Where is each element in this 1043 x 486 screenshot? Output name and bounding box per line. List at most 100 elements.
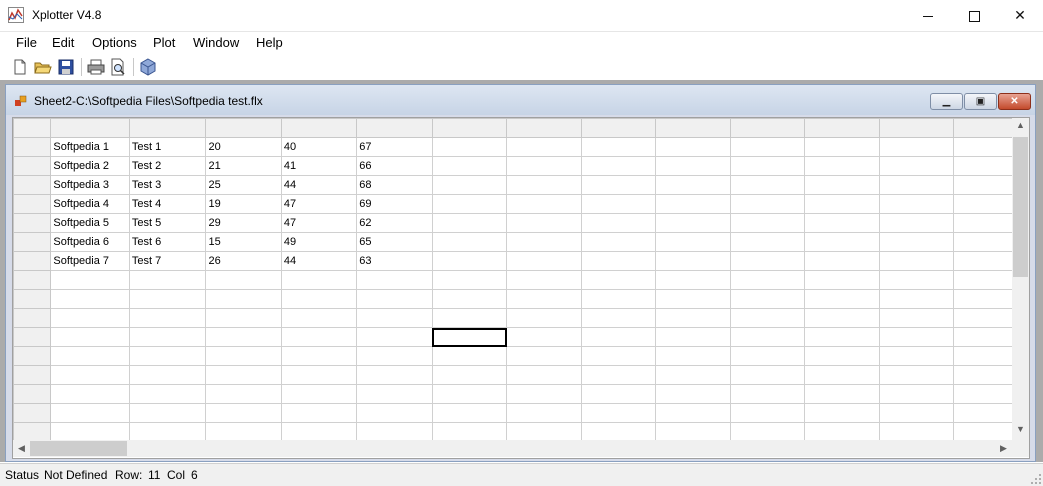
grid-cell[interactable] (280, 289, 358, 309)
grid-cell[interactable] (580, 156, 657, 176)
horizontal-scroll-thumb[interactable] (30, 441, 127, 456)
sheet-window-titlebar[interactable]: Sheet2-C:\Softpedia Files\Softpedia test… (6, 85, 1035, 115)
grid-cell[interactable]: Softpedia 6 (50, 232, 130, 252)
menu-help[interactable]: Help (256, 35, 283, 50)
grid-cell[interactable] (804, 346, 880, 366)
grid-cell[interactable] (506, 194, 582, 214)
grid-cell[interactable] (506, 156, 582, 176)
grid-cell[interactable] (280, 365, 358, 385)
grid-cell[interactable] (506, 251, 582, 271)
grid-cell[interactable] (128, 403, 207, 423)
grid-cell[interactable] (580, 384, 657, 404)
grid-cell[interactable] (655, 327, 731, 347)
column-header[interactable] (356, 118, 433, 138)
grid-cell[interactable] (804, 194, 880, 214)
grid-cell[interactable] (655, 346, 731, 366)
grid-cell[interactable] (655, 308, 731, 328)
grid-cell[interactable] (431, 422, 508, 442)
grid-cell[interactable] (431, 346, 508, 366)
grid-cell[interactable] (580, 289, 657, 309)
grid-cell[interactable] (356, 384, 433, 404)
grid-cell[interactable] (804, 327, 880, 347)
column-header[interactable] (128, 118, 207, 138)
grid-cell[interactable]: 21 (205, 156, 282, 176)
grid-cell[interactable] (729, 346, 806, 366)
grid-cell[interactable] (506, 327, 582, 347)
grid-cell[interactable] (506, 232, 582, 252)
grid-cell[interactable] (729, 384, 806, 404)
resize-grip-icon[interactable] (1031, 474, 1041, 484)
row-header[interactable] (13, 251, 52, 271)
grid-cell[interactable] (50, 346, 130, 366)
menu-options[interactable]: Options (92, 35, 137, 50)
grid-cell[interactable] (580, 270, 657, 290)
grid-cell[interactable]: 41 (280, 156, 358, 176)
grid-cell[interactable] (878, 156, 955, 176)
grid-cell[interactable]: 62 (356, 213, 433, 233)
grid-cell[interactable] (280, 327, 358, 347)
grid-cell[interactable] (878, 403, 955, 423)
grid-cell[interactable] (50, 308, 130, 328)
grid-cell[interactable] (729, 308, 806, 328)
grid-cell[interactable] (580, 308, 657, 328)
grid-cell[interactable] (50, 365, 130, 385)
grid-cell[interactable] (431, 213, 508, 233)
grid-cell[interactable] (655, 251, 731, 271)
grid-cell[interactable] (506, 175, 582, 195)
row-header[interactable] (13, 422, 52, 442)
grid-cell[interactable] (506, 365, 582, 385)
grid-cell[interactable] (128, 270, 207, 290)
print-preview-icon[interactable] (109, 58, 127, 76)
row-header[interactable] (13, 137, 52, 157)
grid-cell[interactable] (878, 194, 955, 214)
grid-cell[interactable] (580, 232, 657, 252)
grid-cell[interactable] (878, 137, 955, 157)
grid-cell[interactable] (655, 422, 731, 442)
grid-cell[interactable]: 47 (280, 194, 358, 214)
menu-plot[interactable]: Plot (153, 35, 175, 50)
grid-cell[interactable] (280, 346, 358, 366)
sheet-close-button[interactable]: ✕ (998, 93, 1031, 110)
grid-cell[interactable] (729, 194, 806, 214)
grid-cell[interactable]: Softpedia 7 (50, 251, 130, 271)
row-header[interactable] (13, 194, 52, 214)
grid-cell[interactable] (878, 365, 955, 385)
grid-cell[interactable] (655, 403, 731, 423)
grid-cell[interactable] (580, 251, 657, 271)
grid-cell[interactable]: Softpedia 3 (50, 175, 130, 195)
horizontal-scrollbar[interactable]: ◀ ▶ (13, 440, 1012, 457)
grid-cell[interactable] (580, 365, 657, 385)
grid-cell[interactable] (580, 422, 657, 442)
new-icon[interactable] (11, 58, 29, 76)
grid-cell[interactable] (128, 327, 207, 347)
grid-cell[interactable]: 68 (356, 175, 433, 195)
grid-cell[interactable] (804, 270, 880, 290)
scroll-up-icon[interactable]: ▲ (1012, 120, 1029, 130)
grid-cell[interactable] (655, 232, 731, 252)
minimize-button[interactable] (905, 0, 951, 31)
grid-cell[interactable] (50, 403, 130, 423)
grid-cell[interactable] (356, 422, 433, 442)
row-header[interactable] (13, 403, 52, 423)
grid-cell[interactable]: 40 (280, 137, 358, 157)
grid-cell[interactable] (128, 308, 207, 328)
row-header[interactable] (13, 156, 52, 176)
grid-cell[interactable] (205, 308, 282, 328)
grid-cell[interactable] (878, 327, 955, 347)
row-header[interactable] (13, 175, 52, 195)
grid-cell[interactable] (205, 365, 282, 385)
grid-cell[interactable] (729, 289, 806, 309)
grid-cell[interactable] (280, 403, 358, 423)
open-folder-icon[interactable] (34, 58, 52, 76)
plot-icon[interactable] (139, 58, 157, 76)
grid-cell[interactable]: Softpedia 4 (50, 194, 130, 214)
grid-cell[interactable] (729, 232, 806, 252)
grid-cell[interactable]: 15 (205, 232, 282, 252)
scroll-right-icon[interactable]: ▶ (995, 443, 1012, 454)
grid-cell[interactable] (506, 308, 582, 328)
grid-cell[interactable] (356, 308, 433, 328)
column-header[interactable] (804, 118, 880, 138)
grid-cell[interactable] (431, 270, 508, 290)
grid-cell[interactable] (356, 270, 433, 290)
column-header[interactable] (729, 118, 806, 138)
